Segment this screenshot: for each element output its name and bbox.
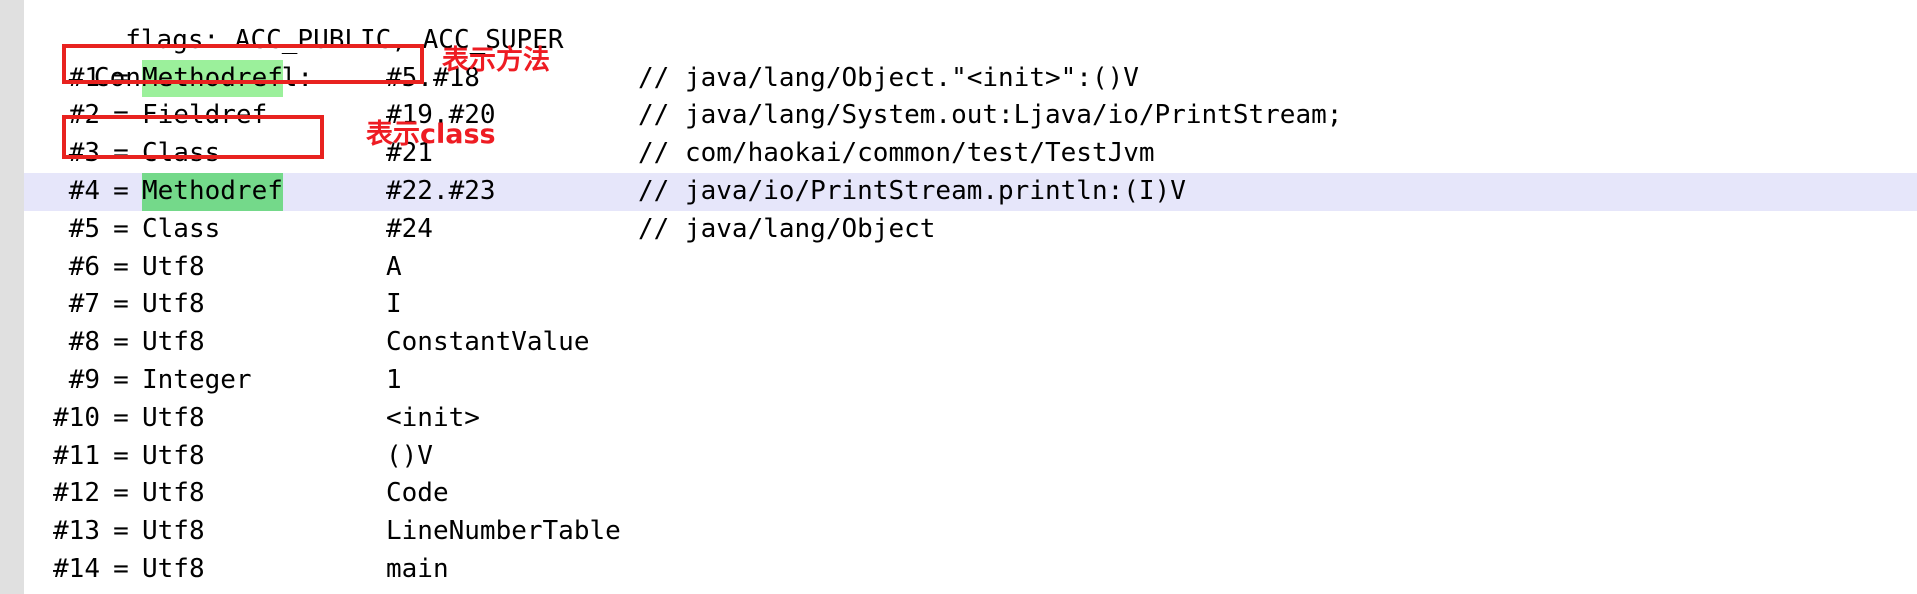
entry-type-cell: Fieldref bbox=[142, 97, 386, 135]
entry-equals: = bbox=[100, 589, 142, 594]
entry-equals: = bbox=[113, 516, 129, 547]
entry-index: #1 bbox=[68, 62, 100, 93]
constant-pool-row[interactable]: #2 = Fieldref #19.#20// java/lang/System.ou… bbox=[0, 97, 1917, 135]
entry-value: #24 bbox=[386, 213, 433, 244]
entry-comment: // java/lang/Object bbox=[638, 213, 936, 244]
constant-pool-row[interactable]: #9 = Integer 1 bbox=[0, 362, 1917, 400]
entry-value: 1 bbox=[386, 364, 402, 395]
entry-equals: = bbox=[113, 100, 129, 131]
entry-index: #2 bbox=[68, 100, 100, 131]
entry-equals: = bbox=[113, 175, 129, 206]
entry-value: I bbox=[386, 289, 402, 320]
constant-pool-row[interactable]: #8 = Utf8 ConstantValue bbox=[0, 324, 1917, 362]
entry-type: Utf8 bbox=[142, 251, 205, 282]
entry-type-cell: Utf8 bbox=[142, 551, 386, 589]
entry-type: Utf8 bbox=[142, 553, 205, 584]
entry-type: Fieldref bbox=[142, 100, 268, 131]
javap-output-screen: flags: ACC_PUBLIC, ACC_SUPER Constant po… bbox=[0, 0, 1917, 594]
entry-index: #12 bbox=[53, 478, 100, 509]
entry-equals: = bbox=[113, 364, 129, 395]
code-line-constant-pool-header: Constant pool: bbox=[0, 22, 1917, 93]
constant-pool-row[interactable]: #12 = Utf8 Code bbox=[0, 475, 1917, 513]
entry-index: #9 bbox=[68, 364, 100, 395]
entry-index: #4 bbox=[68, 175, 100, 206]
entry-index: #11 bbox=[53, 440, 100, 471]
entry-type-cell: Utf8 bbox=[142, 324, 386, 362]
constant-pool-row[interactable]: #14 = Utf8 main bbox=[0, 551, 1917, 589]
constant-pool-row[interactable]: #3 = Class #21// com/haokai/common/test/Tes… bbox=[0, 135, 1917, 173]
entry-value: #22.#23 bbox=[386, 175, 496, 206]
entry-type: Utf8 bbox=[142, 516, 205, 547]
entry-equals: = bbox=[113, 251, 129, 282]
constant-pool-row[interactable]: #10 = Utf8 <init> bbox=[0, 400, 1917, 438]
entry-index: #15 bbox=[0, 589, 100, 594]
entry-equals: = bbox=[113, 402, 129, 433]
entry-type-cell: Methodref bbox=[142, 172, 386, 211]
entry-comment: // java/io/PrintStream.println:(I)V bbox=[638, 175, 1186, 206]
entry-equals: = bbox=[113, 440, 129, 471]
entry-equals: = bbox=[113, 327, 129, 358]
code-line-flags: flags: ACC_PUBLIC, ACC_SUPER bbox=[0, 0, 1917, 55]
entry-comment: // java/lang/System.out:Ljava/io/PrintSt… bbox=[638, 100, 1343, 131]
entry-value: ()V bbox=[386, 440, 433, 471]
constant-pool-row[interactable]: #1 = Methodref #5.#18// java/lang/Object."<… bbox=[0, 59, 1917, 98]
entry-value: LineNumberTable bbox=[386, 516, 621, 547]
entry-value: <init> bbox=[386, 402, 480, 433]
entry-value: Code bbox=[386, 478, 449, 509]
entry-value: main bbox=[386, 553, 449, 584]
constant-pool-row[interactable]: #11 = Utf8 ()V bbox=[0, 438, 1917, 476]
entry-index: #10 bbox=[53, 402, 100, 433]
entry-type: Integer bbox=[142, 364, 252, 395]
entry-type-cell: Class bbox=[142, 135, 386, 173]
entry-type: Methodref bbox=[142, 172, 283, 211]
entry-type: Utf8 bbox=[142, 440, 205, 471]
entry-equals: = bbox=[113, 553, 129, 584]
entry-type-cell: Utf8 bbox=[142, 249, 386, 287]
entry-equals: = bbox=[113, 478, 129, 509]
entry-index: #3 bbox=[68, 138, 100, 169]
annotation-label-class: 表示class bbox=[366, 119, 496, 150]
entry-comment: // com/haokai/common/test/TestJvm bbox=[638, 138, 1155, 169]
entry-value: ([Ljava/lang/String;)V bbox=[386, 589, 730, 594]
constant-pool-row[interactable]: #6 = Utf8 A bbox=[0, 249, 1917, 287]
entry-type-cell: Utf8 bbox=[142, 589, 386, 594]
entry-type: Methodref bbox=[142, 59, 283, 98]
entry-type: Utf8 bbox=[142, 478, 205, 509]
constant-pool-row[interactable]: #5 = Class #24 // java/lang/Object bbox=[0, 211, 1917, 249]
entry-type-cell: Class bbox=[142, 211, 386, 249]
entry-equals: = bbox=[113, 289, 129, 320]
entry-value: A bbox=[386, 251, 402, 282]
entry-type-cell: Utf8 bbox=[142, 286, 386, 324]
entry-type-cell: Utf8 bbox=[142, 513, 386, 551]
constant-pool-row[interactable]: #13 = Utf8 LineNumberTable bbox=[0, 513, 1917, 551]
constant-pool-row[interactable]: #4 = Methodref #22.#23 // java/io/PrintStrea… bbox=[0, 172, 1917, 211]
entry-index: #14 bbox=[53, 553, 100, 584]
constant-pool-row[interactable]: #7 = Utf8 I bbox=[0, 286, 1917, 324]
entry-type: Utf8 bbox=[142, 589, 205, 594]
entry-type: Class bbox=[142, 213, 221, 244]
entry-equals: = bbox=[113, 213, 129, 244]
entry-value: ConstantValue bbox=[386, 327, 590, 358]
entry-index: #13 bbox=[53, 516, 100, 547]
entry-index: #8 bbox=[68, 327, 100, 358]
entry-index: #5 bbox=[68, 213, 100, 244]
entry-type-cell: Methodref bbox=[142, 59, 386, 98]
constant-pool-row[interactable]: #15=Utf8 ([Ljava/lang/String;)V bbox=[0, 589, 1917, 594]
entry-type: Utf8 bbox=[142, 289, 205, 320]
annotation-label-methodref: 表示方法 bbox=[442, 45, 550, 76]
entry-type: Utf8 bbox=[142, 327, 205, 358]
entry-type-cell: Integer bbox=[142, 362, 386, 400]
entry-type: Class bbox=[142, 138, 221, 169]
entry-type-cell: Utf8 bbox=[142, 400, 386, 438]
entry-equals: = bbox=[113, 62, 129, 93]
constant-pool-entries: #1 = Methodref #5.#18// java/lang/Object."<… bbox=[0, 59, 1917, 594]
entry-index: #6 bbox=[68, 251, 100, 282]
entry-index: #7 bbox=[68, 289, 100, 320]
code-lines: flags: ACC_PUBLIC, ACC_SUPER Constant po… bbox=[0, 0, 1917, 594]
entry-type: Utf8 bbox=[142, 402, 205, 433]
entry-type-cell: Utf8 bbox=[142, 475, 386, 513]
entry-equals: = bbox=[113, 138, 129, 169]
entry-type-cell: Utf8 bbox=[142, 438, 386, 476]
entry-comment: // java/lang/Object."<init>":()V bbox=[638, 62, 1139, 93]
